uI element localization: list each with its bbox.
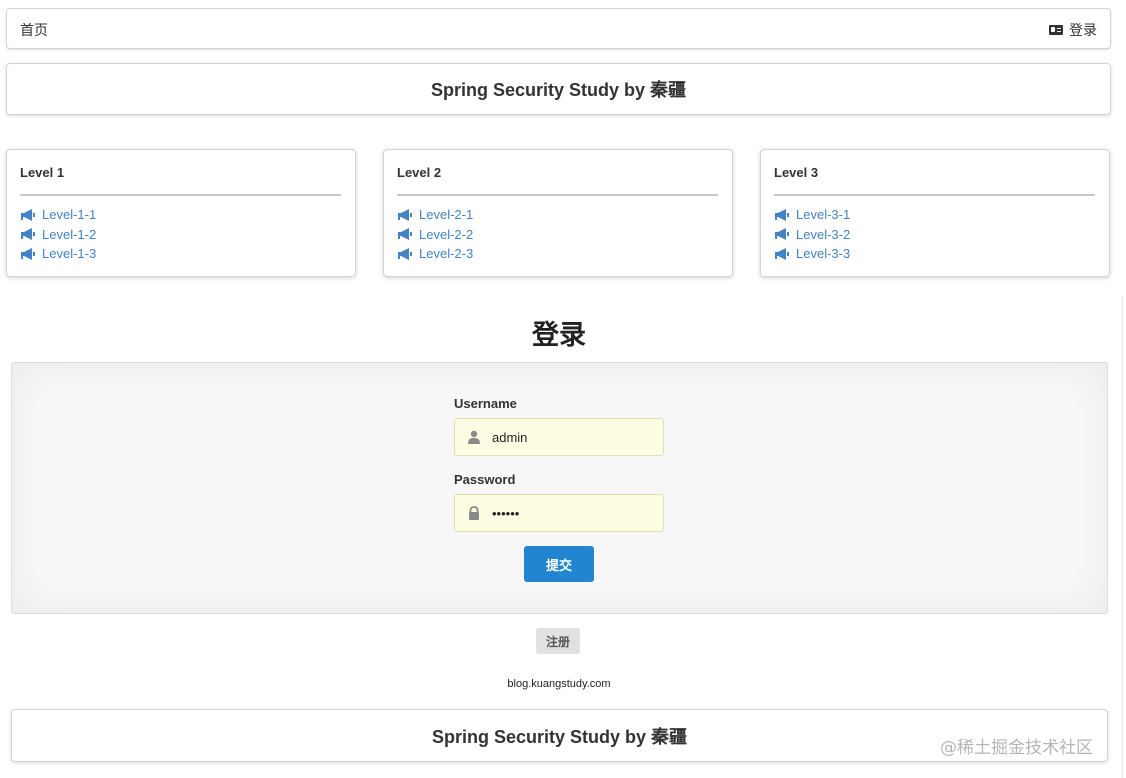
nav-login-link[interactable]: 登录: [1049, 20, 1097, 40]
level-link[interactable]: Level-1-2: [20, 225, 96, 245]
submit-button[interactable]: 提交: [524, 546, 594, 582]
level-link-label: Level-2-2: [419, 226, 474, 242]
level-card-title: Level 1: [20, 165, 65, 180]
level-link[interactable]: Level-2-3: [397, 244, 473, 264]
level-link[interactable]: Level-3-2: [774, 225, 850, 245]
level-link[interactable]: Level-2-1: [397, 205, 473, 225]
level-link-label: Level-1-3: [42, 246, 97, 262]
top-nav: 首页 登录: [6, 8, 1111, 49]
level-link-list: Level-2-1 Level-2-2 Level-2-3: [397, 205, 473, 264]
password-input[interactable]: [492, 495, 657, 531]
footer-title: Spring Security Study by 秦疆: [431, 726, 688, 747]
login-form: Username Password 提交: [11, 362, 1108, 614]
bullhorn-icon: [398, 208, 412, 221]
bullhorn-icon: [775, 228, 789, 241]
level-link-label: Level-1-1: [42, 207, 97, 223]
level-link[interactable]: Level-3-1: [774, 205, 850, 225]
watermark: @稀土掘金技术社区: [940, 738, 1093, 758]
bullhorn-icon: [398, 228, 412, 241]
username-field: [454, 418, 664, 456]
page-title: Spring Security Study by 秦疆: [430, 80, 687, 100]
bullhorn-icon: [21, 208, 35, 221]
level-link-label: Level-2-1: [419, 207, 474, 223]
level-link-label: Level-2-3: [419, 246, 474, 262]
divider: [1122, 296, 1123, 778]
level-link[interactable]: Level-3-3: [774, 244, 850, 264]
level-link-label: Level-3-1: [796, 207, 851, 223]
level-link-label: Level-3-2: [796, 226, 851, 242]
level-link[interactable]: Level-1-3: [20, 244, 96, 264]
level-card-3: Level 3 Level-3-1 Level-3-2 Level-3-3: [760, 149, 1110, 277]
nav-home-link[interactable]: 首页: [20, 20, 48, 40]
username-input[interactable]: [492, 419, 657, 455]
password-label: Password: [454, 472, 516, 487]
level-link-list: Level-3-1 Level-3-2 Level-3-3: [774, 205, 850, 264]
footer-site-link: blog.kuangstudy.com: [507, 678, 611, 690]
bullhorn-icon: [21, 247, 35, 260]
lock-icon: [469, 506, 479, 520]
level-link[interactable]: Level-2-2: [397, 225, 473, 245]
user-icon: [468, 430, 480, 444]
level-link-label: Level-1-2: [42, 226, 97, 242]
register-button[interactable]: 注册: [536, 628, 580, 654]
level-link[interactable]: Level-1-1: [20, 205, 96, 225]
level-link-list: Level-1-1 Level-1-2 Level-1-3: [20, 205, 96, 264]
nav-login-label: 登录: [1069, 22, 1097, 38]
bullhorn-icon: [775, 247, 789, 260]
username-label: Username: [454, 396, 517, 411]
level-card-title: Level 2: [397, 165, 442, 180]
level-card-2: Level 2 Level-2-1 Level-2-2 Level-2-3: [383, 149, 733, 277]
divider: [20, 194, 341, 196]
level-link-label: Level-3-3: [796, 246, 851, 262]
level-card-1: Level 1 Level-1-1 Level-1-2 Level-1-3: [6, 149, 356, 277]
page-title-banner: Spring Security Study by 秦疆: [6, 63, 1111, 115]
id-card-icon: [1049, 25, 1063, 35]
bullhorn-icon: [398, 247, 412, 260]
level-card-title: Level 3: [774, 165, 819, 180]
bullhorn-icon: [775, 208, 789, 221]
divider: [774, 194, 1095, 196]
login-heading: 登录: [532, 320, 586, 350]
password-field: [454, 494, 664, 532]
divider: [397, 194, 718, 196]
bullhorn-icon: [21, 228, 35, 241]
